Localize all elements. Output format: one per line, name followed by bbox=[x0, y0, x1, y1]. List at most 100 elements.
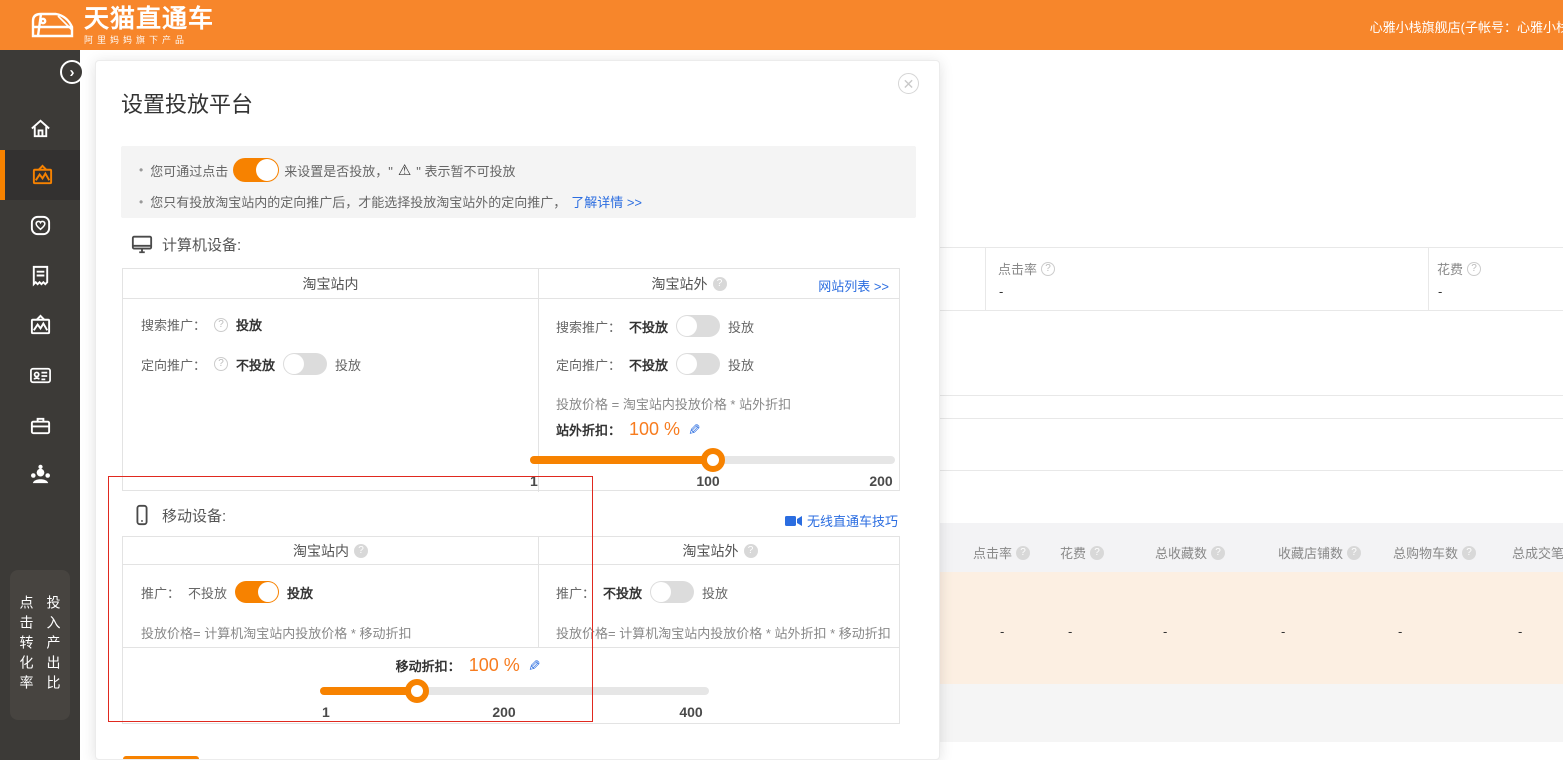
bg-th-ctr: 点击率 bbox=[973, 543, 1030, 562]
help-icon[interactable] bbox=[1041, 262, 1055, 276]
bg-cell: - bbox=[1281, 624, 1285, 639]
computer-section-title: 计算机设备: bbox=[162, 234, 241, 255]
wireless-tips-link[interactable]: 无线直通车技巧 bbox=[785, 511, 898, 530]
pc-offsite-price-formula: 投放价格 = 淘宝站内投放价格 * 站外折扣 bbox=[556, 394, 791, 413]
help-icon[interactable] bbox=[744, 544, 758, 558]
bg-th-favorites: 总收藏数 bbox=[1155, 543, 1225, 562]
slider-max-label: 400 bbox=[679, 704, 702, 720]
mobile-offsite-header: 淘宝站外 bbox=[539, 537, 901, 565]
bg-cell: - bbox=[1518, 624, 1522, 639]
video-camera-icon bbox=[785, 515, 802, 527]
pc-onsite-target-toggle[interactable] bbox=[283, 353, 327, 375]
bg-card-ctr: 点击率 bbox=[998, 259, 1055, 278]
report-icon bbox=[29, 264, 52, 287]
bg-divider bbox=[940, 310, 1563, 311]
sidebar-item-home[interactable] bbox=[0, 108, 80, 148]
mobile-table: 淘宝站内 淘宝站外 推广： 不投放 投放 投放价格= 计算机淘宝站内投放价格 *… bbox=[122, 536, 900, 724]
help-icon[interactable] bbox=[214, 357, 228, 371]
help-icon[interactable] bbox=[214, 318, 228, 332]
briefcase-icon bbox=[29, 414, 52, 437]
bg-cell: - bbox=[1000, 624, 1004, 639]
row-divider bbox=[123, 647, 899, 648]
bg-card-divider bbox=[1428, 247, 1429, 310]
bg-card-ctr-value: - bbox=[999, 284, 1003, 299]
slider-handle[interactable] bbox=[701, 448, 725, 472]
pc-offsite-target-toggle[interactable] bbox=[676, 353, 720, 375]
mobile-onsite-header: 淘宝站内 bbox=[123, 537, 538, 565]
metric-click-conversion: 点击转化率 bbox=[17, 595, 37, 695]
bg-table-empty-row bbox=[940, 684, 1563, 742]
pc-offsite-discount-row: 站外折扣： 100 % ✎ bbox=[556, 419, 701, 440]
help-icon[interactable] bbox=[1462, 546, 1476, 560]
bg-divider bbox=[940, 395, 1563, 396]
help-icon[interactable] bbox=[1090, 546, 1104, 560]
pc-onsite-target-row: 定向推广： 不投放 投放 bbox=[141, 353, 361, 375]
sidebar-item-report[interactable] bbox=[0, 255, 80, 295]
help-icon[interactable] bbox=[1347, 546, 1361, 560]
help-icon[interactable] bbox=[1211, 546, 1225, 560]
favorites-icon bbox=[29, 214, 52, 237]
mobile-onsite-promo-row: 推广： 不投放 投放 bbox=[141, 581, 313, 603]
help-icon[interactable] bbox=[1016, 546, 1030, 560]
account-name[interactable]: 心雅小栈旗舰店(子帐号：心雅小栈 bbox=[1370, 17, 1563, 36]
mobile-section-title: 移动设备: bbox=[162, 505, 226, 526]
pc-offsite-target-row: 定向推广： 不投放 投放 bbox=[556, 353, 754, 375]
modal-title: 设置投放平台 bbox=[121, 87, 253, 119]
example-toggle-on bbox=[233, 158, 279, 182]
bg-cell: - bbox=[1068, 624, 1072, 639]
sidebar-item-campaign-active[interactable] bbox=[0, 150, 80, 200]
computer-onsite-header: 淘宝站内 bbox=[123, 269, 538, 299]
logo-title: 天猫直通车 bbox=[84, 6, 214, 32]
site-list-link[interactable]: 网站列表 >> bbox=[818, 276, 889, 295]
mobile-discount-row: 移动折扣： 100 % ✎ bbox=[273, 655, 663, 676]
sidebar-item-favorites[interactable] bbox=[0, 205, 80, 245]
close-icon[interactable]: ✕ bbox=[898, 73, 919, 94]
warning-icon: ⚠ bbox=[398, 161, 411, 179]
campaign-icon bbox=[31, 164, 54, 187]
bg-th-cost: 花费 bbox=[1060, 543, 1104, 562]
bg-card-divider bbox=[985, 247, 986, 310]
bullet-icon: • bbox=[139, 163, 143, 177]
pc-offsite-search-toggle[interactable] bbox=[676, 315, 720, 337]
bg-divider bbox=[940, 470, 1563, 471]
smartphone-icon bbox=[131, 504, 153, 526]
sidebar-metrics-panel[interactable]: 点击转化率 投入产出比 bbox=[10, 570, 70, 720]
notice-line-2: • 您只有投放淘宝站内的定向推广后，才能选择投放淘宝站外的定向推广， 了解详情 … bbox=[139, 192, 642, 211]
sidebar-item-share[interactable] bbox=[0, 455, 80, 495]
notice-line-1: • 您可通过点击 来设置是否投放，"⚠" 表示暂不可投放 bbox=[139, 158, 516, 182]
slider-min-label: 1 bbox=[530, 473, 538, 489]
mobile-discount-value: 100 % bbox=[469, 655, 520, 676]
sidebar-item-creative[interactable] bbox=[0, 305, 80, 345]
mobile-offsite-promo-toggle[interactable] bbox=[650, 581, 694, 603]
slider-mid-label: 100 bbox=[696, 473, 719, 489]
help-icon[interactable] bbox=[354, 544, 368, 558]
slider-handle[interactable] bbox=[405, 679, 429, 703]
computer-table: 淘宝站内 淘宝站外 网站列表 >> 搜索推广： 投放 定向推广： 不投放 投放 … bbox=[122, 268, 900, 491]
edit-pencil-icon[interactable]: ✎ bbox=[688, 421, 701, 439]
sidebar-item-account-card[interactable] bbox=[0, 355, 80, 395]
pc-onsite-search-row: 搜索推广： 投放 bbox=[141, 315, 262, 334]
sidebar-expand-icon[interactable]: › bbox=[60, 60, 84, 84]
bg-table-data-row[interactable] bbox=[940, 572, 1563, 684]
sidebar-item-toolbox[interactable] bbox=[0, 405, 80, 445]
home-icon bbox=[29, 117, 52, 140]
set-platform-modal: ✕ 设置投放平台 • 您可通过点击 来设置是否投放，"⚠" 表示暂不可投放 • … bbox=[95, 60, 940, 760]
mobile-offsite-promo-row: 推广： 不投放 投放 bbox=[556, 581, 728, 603]
desktop-icon bbox=[131, 233, 153, 255]
mobile-onsite-price-formula: 投放价格= 计算机淘宝站内投放价格 * 移动折扣 bbox=[141, 623, 412, 642]
bg-th-shop-favorites: 收藏店铺数 bbox=[1278, 543, 1361, 562]
logo-subtitle: 阿里妈妈旗下产品 bbox=[84, 33, 214, 46]
bg-cell: - bbox=[1163, 624, 1167, 639]
slider-max-label: 200 bbox=[869, 473, 892, 489]
offsite-discount-slider[interactable] bbox=[530, 456, 895, 464]
mobile-discount-slider[interactable] bbox=[320, 687, 709, 695]
confirm-button[interactable] bbox=[123, 756, 199, 760]
learn-more-link[interactable]: 了解详情 >> bbox=[571, 192, 642, 211]
app-logo[interactable]: 天猫直通车 阿里妈妈旗下产品 bbox=[28, 6, 214, 46]
help-icon[interactable] bbox=[1467, 262, 1481, 276]
edit-pencil-icon[interactable]: ✎ bbox=[528, 657, 541, 675]
mobile-onsite-promo-toggle[interactable] bbox=[235, 581, 279, 603]
computer-offsite-header: 淘宝站外 bbox=[539, 269, 839, 299]
help-icon[interactable] bbox=[713, 277, 727, 291]
bg-card-cost: 花费 bbox=[1437, 259, 1481, 278]
